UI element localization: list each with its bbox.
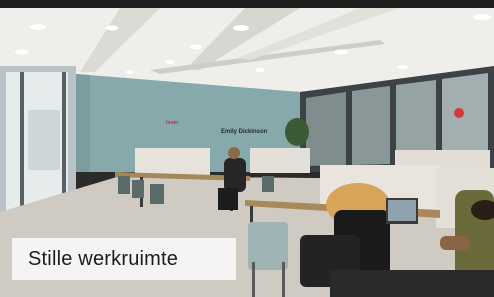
wall-quote-highlight: brain	[166, 120, 179, 126]
wall-quote: brain	[166, 120, 178, 126]
library-photo: brain Emily Dickinson Stille werkruimte	[0, 0, 494, 297]
caption-text: Stille werkruimte	[28, 247, 179, 270]
wall-quote-author: Emily Dickinson	[221, 129, 268, 135]
caption-box: Stille werkruimte	[12, 238, 236, 280]
